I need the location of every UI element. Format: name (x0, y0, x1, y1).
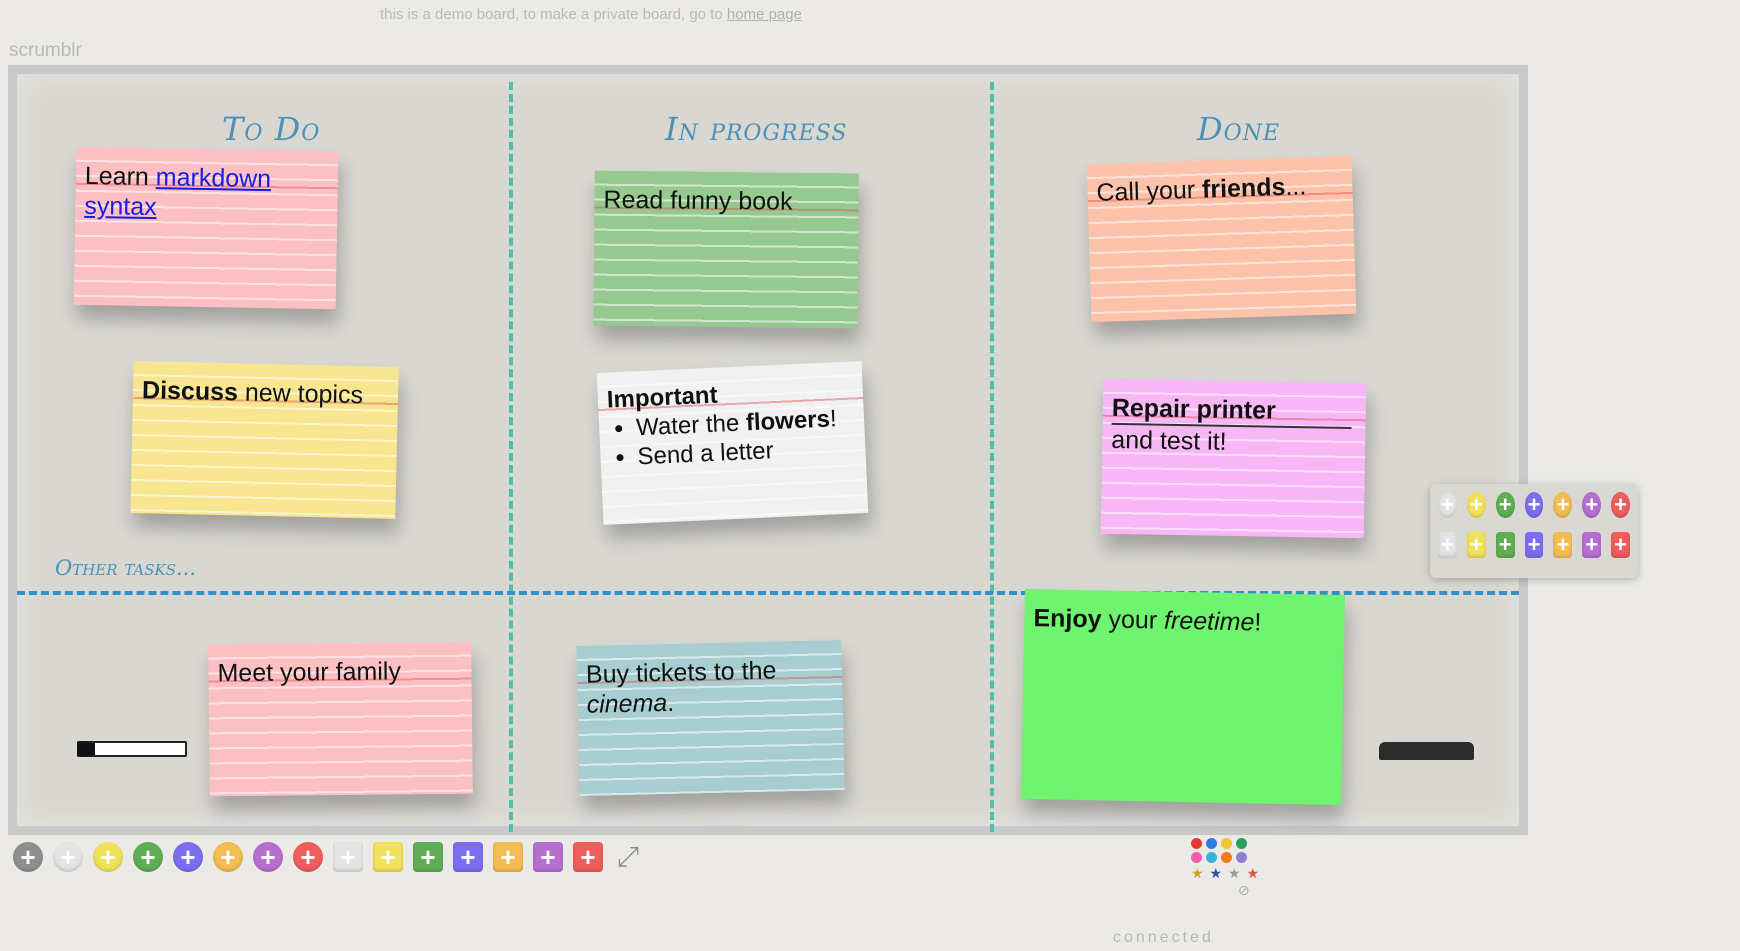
card-text: ... (1284, 172, 1307, 201)
add-yellow-sticky-button[interactable]: + (1466, 532, 1486, 558)
card-text: new topics (244, 378, 364, 410)
clear-marker-icon[interactable]: ⊘ (1238, 883, 1253, 897)
card-text: Read funny book (603, 185, 793, 216)
syntax-link[interactable]: syntax (84, 192, 157, 221)
add-blue-card-button[interactable]: + (1524, 492, 1544, 518)
card-text-italic: freetime (1163, 606, 1255, 637)
purple-dot-marker[interactable] (1236, 852, 1247, 863)
card-text: Buy tickets to the (585, 656, 777, 689)
markdown-link[interactable]: markdown (156, 163, 272, 193)
add-blue-card-button[interactable]: + (173, 842, 203, 872)
card-text: your (1108, 605, 1158, 635)
column-divider (990, 82, 994, 832)
add-purple-sticky-button[interactable]: + (533, 842, 563, 872)
add-blue-sticky-button[interactable]: + (453, 842, 483, 872)
add-white-sticky-button[interactable]: + (333, 842, 363, 872)
add-orange-card-button[interactable]: + (1553, 492, 1573, 518)
card-text-italic: cinema (586, 688, 668, 719)
card-text: Meet your family (217, 657, 402, 688)
eraser-icon (1379, 742, 1474, 760)
orange-dot-marker[interactable] (1221, 852, 1232, 863)
card-learn-markdown[interactable]: Learn markdown syntax (73, 146, 339, 310)
add-white-sticky-button[interactable]: + (1438, 532, 1457, 558)
scrum-board: To Do In progress Done Other tasks... Le… (8, 65, 1528, 835)
add-grey-card-button[interactable]: + (13, 842, 43, 872)
column-title-done[interactable]: Done (1197, 110, 1280, 148)
home-page-link[interactable]: home page (727, 6, 802, 23)
card-meet-family[interactable]: Meet your family (208, 641, 473, 797)
card-text: Learn (84, 161, 150, 191)
card-title: Important (606, 381, 719, 414)
card-read-funny-book[interactable]: Read funny book (593, 170, 859, 329)
card-text-bold: Enjoy (1033, 604, 1102, 634)
add-orange-card-button[interactable]: + (213, 842, 243, 872)
app-logo: scrumblr (9, 40, 82, 61)
add-yellow-sticky-button[interactable]: + (373, 842, 403, 872)
connection-status: connected (1113, 929, 1214, 946)
add-white-card-button[interactable]: + (1438, 492, 1457, 518)
card-buy-tickets[interactable]: Buy tickets to the cinema. (576, 640, 845, 796)
yellow-dot-marker[interactable] (1221, 838, 1232, 849)
other-tasks-label[interactable]: Other tasks... (55, 556, 196, 580)
add-red-card-button[interactable]: + (293, 842, 323, 872)
column-title-todo[interactable]: To Do (222, 110, 320, 148)
add-orange-sticky-button[interactable]: + (493, 842, 523, 872)
marker-color-picker: ★ ★ ★ ★ ⊘ (1191, 838, 1261, 900)
card-text: and test it! (1111, 425, 1227, 456)
add-purple-card-button[interactable]: + (253, 842, 283, 872)
column-divider (509, 82, 513, 832)
add-green-sticky-button[interactable]: + (1495, 532, 1515, 558)
add-white-card-button[interactable]: + (53, 842, 83, 872)
pink-dot-marker[interactable] (1191, 852, 1202, 863)
add-green-card-button[interactable]: + (133, 842, 163, 872)
add-yellow-card-button[interactable]: + (93, 842, 123, 872)
add-orange-sticky-button[interactable]: + (1553, 532, 1573, 558)
red-dot-marker[interactable] (1191, 838, 1202, 849)
add-purple-sticky-button[interactable]: + (1582, 532, 1602, 558)
add-purple-card-button[interactable]: + (1582, 492, 1602, 518)
cyan-dot-marker[interactable] (1206, 852, 1217, 863)
add-red-sticky-button[interactable]: + (1611, 532, 1631, 558)
add-red-card-button[interactable]: + (1611, 492, 1631, 518)
column-title-in-progress[interactable]: In progress (665, 110, 847, 148)
green-dot-marker[interactable] (1236, 838, 1247, 849)
card-color-palette-popup: + + + + + + + + + + + + + + (1430, 484, 1638, 578)
card-call-friends[interactable]: Call your friends... (1086, 155, 1357, 323)
card-discuss-topics[interactable]: Discuss new topics (130, 361, 399, 519)
demo-notice-text: this is a demo board, to make a private … (380, 6, 723, 23)
add-blue-sticky-button[interactable]: + (1524, 532, 1544, 558)
marker-pen-icon (77, 741, 187, 757)
red-star-marker[interactable]: ★ (1247, 866, 1262, 880)
add-green-sticky-button[interactable]: + (413, 842, 443, 872)
blue-dot-marker[interactable] (1206, 838, 1217, 849)
expand-icon[interactable]: ⤢ (613, 841, 643, 872)
add-red-sticky-button[interactable]: + (573, 842, 603, 872)
add-green-card-button[interactable]: + (1495, 492, 1515, 518)
sticky-note-enjoy-freetime[interactable]: Enjoy your freetime! (1021, 588, 1345, 806)
card-repair-printer[interactable]: Repair printer and test it! (1100, 378, 1367, 539)
add-yellow-card-button[interactable]: + (1466, 492, 1486, 518)
card-text: Call your (1096, 175, 1196, 207)
card-creation-toolbar: + + + + + + + + + + + + + + + ⤢ (13, 841, 643, 872)
card-text-bold: Discuss (141, 376, 239, 407)
grey-star-marker[interactable]: ★ (1228, 866, 1243, 880)
blue-star-marker[interactable]: ★ (1210, 866, 1225, 880)
card-bullet-list: Water the flowers! Send a letter (608, 404, 856, 473)
card-title: Repair printer (1111, 392, 1353, 430)
card-text-bold: friends (1201, 172, 1286, 204)
demo-board-notice: this is a demo board, to make a private … (380, 6, 802, 23)
card-important[interactable]: Important Water the flowers! Send a lett… (596, 361, 869, 525)
gold-star-marker[interactable]: ★ (1191, 866, 1206, 880)
